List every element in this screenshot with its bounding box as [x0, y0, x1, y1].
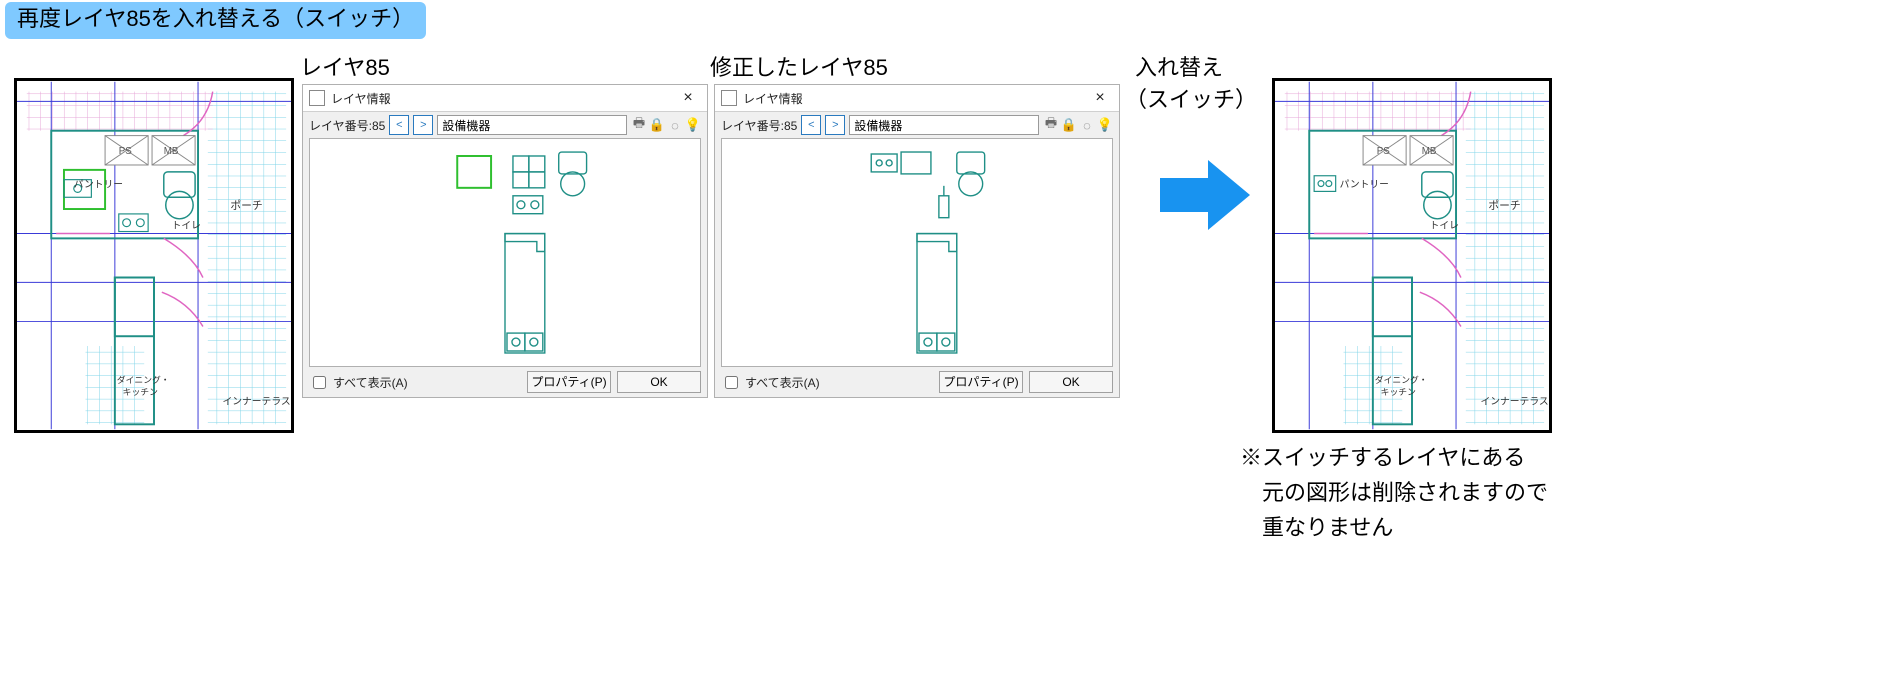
layer-name-input[interactable] [849, 115, 1039, 135]
svg-text:MB: MB [1422, 146, 1437, 157]
bulb-icon[interactable]: 💡 [685, 117, 701, 133]
bulb-icon[interactable]: 💡 [1097, 117, 1113, 133]
footnote-line3: 重なりません [1240, 510, 1548, 545]
print-icon[interactable]: 🖶 [1043, 117, 1059, 133]
caption-layer85: レイヤ85 [300, 52, 390, 84]
layer-number-label: レイヤ番号:85 [721, 117, 797, 134]
svg-text:トイレ: トイレ [1430, 221, 1459, 232]
app-icon [721, 90, 737, 106]
layer-preview-canvas[interactable] [721, 138, 1113, 367]
next-layer-button[interactable]: > [413, 115, 433, 135]
layer-preview-canvas[interactable] [309, 138, 701, 367]
dialog-titlebar[interactable]: レイヤ情報 × [715, 85, 1119, 112]
show-all-checkbox-input[interactable] [313, 376, 326, 389]
show-all-checkbox-input[interactable] [725, 376, 738, 389]
show-all-label: すべて表示(A) [333, 374, 408, 391]
dim-icon[interactable]: ◌ [667, 117, 683, 133]
dialog-title: レイヤ情報 [743, 90, 803, 107]
section-heading: 再度レイヤ85を入れ替える（スイッチ） [5, 2, 426, 39]
show-all-label: すべて表示(A) [745, 374, 820, 391]
lock-icon[interactable]: 🔒 [649, 117, 665, 133]
caption-swap-line2: （スイッチ） [1125, 84, 1257, 116]
arrow-icon [1160, 160, 1250, 235]
plan-svg: PS MB パントリー トイレ ポーチ インナーテラス ダイニング・ キッチン [1275, 81, 1549, 430]
show-all-checkbox[interactable]: すべて表示(A) [309, 373, 408, 392]
svg-text:キッチン: キッチン [123, 387, 158, 397]
dialog-titlebar[interactable]: レイヤ情報 × [303, 85, 707, 112]
lock-icon[interactable]: 🔒 [1061, 117, 1077, 133]
properties-button[interactable]: プロパティ(P) [527, 371, 611, 393]
dialog-toolbar: レイヤ番号:85 < > 🖶 🔒 ◌ 💡 [715, 112, 1119, 138]
prev-layer-button[interactable]: < [389, 115, 409, 135]
dialog-title: レイヤ情報 [331, 90, 391, 107]
ok-button[interactable]: OK [617, 371, 701, 393]
svg-text:パントリー: パントリー [74, 178, 123, 190]
svg-text:キッチン: キッチン [1381, 387, 1416, 397]
print-icon[interactable]: 🖶 [631, 117, 647, 133]
caption-layer85-fixed: 修正したレイヤ85 [710, 52, 888, 84]
dim-icon[interactable]: ◌ [1079, 117, 1095, 133]
layer-info-dialog-fixed: レイヤ情報 × レイヤ番号:85 < > 🖶 🔒 ◌ 💡 [714, 84, 1120, 398]
close-button[interactable]: × [673, 89, 703, 107]
layer-name-input[interactable] [437, 115, 627, 135]
svg-text:PS: PS [1377, 146, 1391, 157]
layer-number-label: レイヤ番号:85 [309, 117, 385, 134]
show-all-checkbox[interactable]: すべて表示(A) [721, 373, 820, 392]
layer-info-dialog: レイヤ情報 × レイヤ番号:85 < > 🖶 🔒 ◌ 💡 [302, 84, 708, 398]
prev-layer-button[interactable]: < [801, 115, 821, 135]
next-layer-button[interactable]: > [825, 115, 845, 135]
footnote-line2: 元の図形は削除されますので [1240, 475, 1548, 510]
dialog-toolbar: レイヤ番号:85 < > 🖶 🔒 ◌ 💡 [303, 112, 707, 138]
svg-text:パントリー: パントリー [1340, 178, 1389, 190]
footnote: ※スイッチするレイヤにある 元の図形は削除されますので 重なりません [1240, 440, 1548, 546]
svg-text:インナーテラス: インナーテラス [223, 396, 291, 408]
footnote-line1: ※スイッチするレイヤにある [1240, 440, 1548, 475]
plan-thumb-before: PS MB パントリー トイレ ポーチ インナーテラス ダイニング・ キッチン [14, 78, 294, 433]
properties-button[interactable]: プロパティ(P) [939, 371, 1023, 393]
svg-text:ダイニング・: ダイニング・ [1375, 374, 1428, 385]
plan-thumb-after: PS MB パントリー トイレ ポーチ インナーテラス ダイニング・ キッチン [1272, 78, 1552, 433]
svg-text:ポーチ: ポーチ [230, 200, 262, 212]
svg-text:PS: PS [119, 146, 133, 157]
ok-button[interactable]: OK [1029, 371, 1113, 393]
svg-text:インナーテラス: インナーテラス [1481, 396, 1549, 408]
svg-text:ダイニング・: ダイニング・ [117, 374, 170, 385]
dialog-footer: すべて表示(A) プロパティ(P) OK [715, 367, 1119, 397]
svg-text:ポーチ: ポーチ [1488, 200, 1520, 212]
plan-svg: PS MB パントリー トイレ ポーチ インナーテラス ダイニング・ キッチン [17, 81, 291, 430]
svg-text:トイレ: トイレ [172, 221, 201, 232]
dialog-footer: すべて表示(A) プロパティ(P) OK [303, 367, 707, 397]
app-icon [309, 90, 325, 106]
caption-swap-line1: 入れ替え [1135, 52, 1223, 84]
svg-text:MB: MB [164, 146, 179, 157]
close-button[interactable]: × [1085, 89, 1115, 107]
